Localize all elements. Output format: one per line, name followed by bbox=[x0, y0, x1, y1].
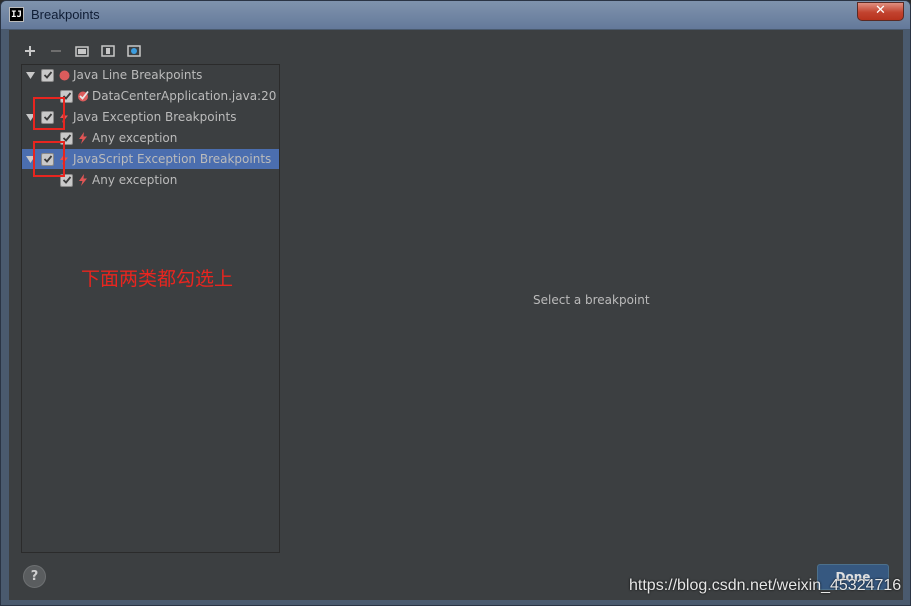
breakpoints-tree: Java Line Breakpoints DataCenterApplicat… bbox=[21, 64, 280, 553]
tree-item-label: Java Line Breakpoints bbox=[73, 68, 203, 82]
window-title: Breakpoints bbox=[31, 7, 100, 22]
remove-breakpoint-button[interactable] bbox=[45, 40, 67, 62]
lightning-icon bbox=[77, 174, 89, 186]
tree-item-label: JavaScript Exception Breakpoints bbox=[73, 152, 272, 166]
file-group-icon bbox=[101, 45, 115, 57]
add-icon bbox=[25, 46, 35, 56]
annotation-highlight-box bbox=[33, 141, 65, 177]
expand-arrow-icon[interactable] bbox=[26, 71, 35, 80]
dialog-content: Java Line Breakpoints DataCenterApplicat… bbox=[9, 30, 903, 600]
class-group-icon bbox=[127, 45, 141, 57]
lightning-icon bbox=[77, 132, 89, 144]
intellij-app-icon: IJ bbox=[9, 7, 24, 22]
watermark: https://blog.csdn.net/weixin_45324716 bbox=[629, 577, 902, 594]
tree-item-label: DataCenterApplication.java:20 bbox=[92, 89, 277, 103]
annotation-note: 下面两类都勾选上 bbox=[81, 268, 234, 290]
tree-item-label: Java Exception Breakpoints bbox=[73, 110, 237, 124]
add-breakpoint-button[interactable] bbox=[19, 40, 41, 62]
annotation-highlight-box bbox=[33, 97, 65, 130]
group-by-class-button[interactable] bbox=[123, 40, 145, 62]
group-by-file-button[interactable] bbox=[97, 40, 119, 62]
red-circle-icon bbox=[58, 69, 70, 81]
remove-icon bbox=[51, 50, 61, 52]
checkmark-icon bbox=[43, 71, 52, 79]
title-bar[interactable]: IJ Breakpoints ✕ bbox=[1, 1, 910, 29]
breakpoint-check-icon bbox=[77, 90, 89, 102]
breakpoints-window: IJ Breakpoints ✕ Java Line Breakpoints D… bbox=[0, 0, 911, 606]
breakpoints-toolbar bbox=[19, 40, 145, 62]
group-by-package-button[interactable] bbox=[71, 40, 93, 62]
detail-placeholder: Select a breakpoint bbox=[533, 293, 650, 307]
tree-group-java-line[interactable]: Java Line Breakpoints bbox=[22, 65, 279, 85]
tree-item-label: Any exception bbox=[92, 131, 178, 145]
tree-item-label: Any exception bbox=[92, 173, 178, 187]
close-button[interactable]: ✕ bbox=[857, 2, 904, 21]
help-button[interactable]: ? bbox=[23, 565, 46, 588]
checkbox[interactable] bbox=[41, 68, 54, 82]
folder-icon bbox=[75, 46, 89, 57]
